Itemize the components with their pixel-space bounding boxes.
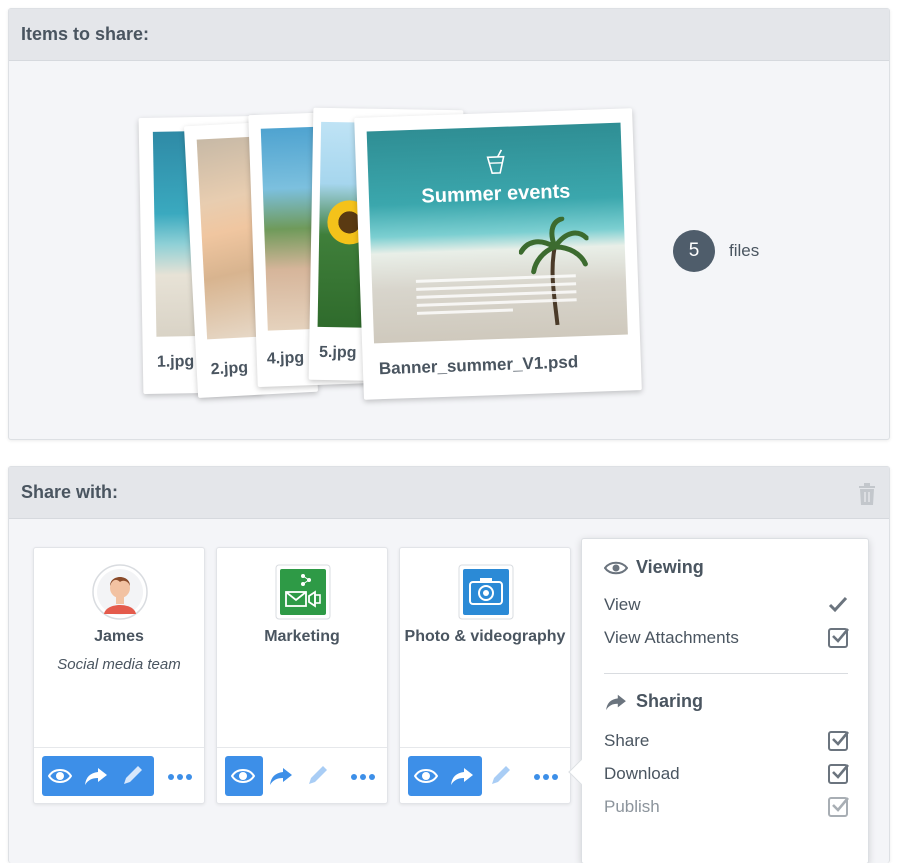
share-arrow-icon[interactable]: [450, 766, 474, 786]
file-caption-1: 1.jpg: [156, 353, 195, 371]
recipient-name: Photo & videography: [404, 628, 566, 645]
share-panel-title: Share with:: [21, 482, 119, 502]
perm-view-label: View: [604, 595, 641, 614]
banner-body-text-lines: [415, 274, 577, 315]
view-attachments-checkbox[interactable]: [828, 628, 849, 648]
sharing-title-text: Sharing: [636, 691, 704, 711]
trash-icon[interactable]: [857, 483, 877, 505]
perm-download-label: Download: [604, 764, 680, 783]
recipient-actions: [34, 747, 204, 803]
recipient-subtitle: Social media team: [57, 656, 181, 673]
file-caption-banner: Banner_summer_V1.psd: [378, 352, 579, 379]
items-to-share-panel: Items to share: 1.jpg 2.jpg 4.jpg 5.jpg …: [8, 8, 890, 440]
items-panel-header: Items to share:: [9, 9, 889, 61]
eye-icon[interactable]: [48, 766, 72, 786]
eye-icon: [604, 561, 628, 574]
recipient-actions: [400, 747, 570, 803]
recipient-card-james[interactable]: James Social media team: [33, 547, 205, 804]
viewing-title-text: Viewing: [636, 557, 704, 577]
section-divider: [604, 673, 848, 674]
file-count-label: files: [729, 241, 760, 260]
perm-share: Share: [604, 731, 849, 751]
file-caption-4: 5.jpg: [318, 343, 357, 362]
share-arrow-icon[interactable]: [84, 766, 108, 786]
camera-icon: [458, 564, 514, 620]
file-count: 5: [673, 230, 715, 272]
file-caption-2: 2.jpg: [210, 359, 249, 379]
perm-publish: Publish: [604, 797, 849, 817]
recipient-name: Marketing: [264, 628, 340, 645]
publish-checkbox[interactable]: [828, 797, 849, 817]
checkmark-icon: [828, 596, 848, 613]
edit-pencil-icon[interactable]: [120, 766, 144, 786]
drink-icon: [486, 149, 505, 174]
share-arrow-icon[interactable]: [269, 766, 293, 786]
download-checkbox[interactable]: [828, 764, 849, 784]
more-options-icon[interactable]: [351, 774, 375, 780]
edit-pencil-icon[interactable]: [488, 766, 512, 786]
perm-view: View: [604, 595, 848, 615]
items-panel-title: Items to share:: [21, 24, 150, 44]
recipient-name: James: [94, 628, 144, 645]
perm-view-attachments: View Attachments: [604, 628, 849, 648]
file-count-badge: 5 files: [673, 230, 759, 272]
eye-icon[interactable]: [414, 766, 438, 786]
file-thumbnail-banner: Summer events: [366, 122, 628, 344]
recipient-actions: [217, 747, 387, 803]
more-options-icon[interactable]: [534, 774, 558, 780]
perm-view-attachments-label: View Attachments: [604, 628, 739, 647]
palm-tree-icon: [518, 216, 589, 326]
user-avatar-icon: [92, 564, 148, 620]
share-arrow-icon: [606, 694, 626, 710]
share-panel-header: Share with:: [9, 467, 889, 519]
viewing-section-title: Viewing: [604, 557, 704, 578]
file-card-banner[interactable]: Summer events Banner_summer_V1.psd: [354, 108, 642, 400]
perm-publish-label: Publish: [604, 797, 660, 816]
perm-share-label: Share: [604, 731, 650, 750]
file-caption-3: 4.jpg: [266, 349, 305, 368]
banner-heading: Summer events: [421, 180, 571, 208]
recipient-card-photo-videography[interactable]: Photo & videography: [399, 547, 571, 804]
sharing-section-title: Sharing: [604, 691, 703, 712]
permissions-popover: Viewing View View Attachments Sharing Sh…: [568, 538, 869, 863]
share-checkbox[interactable]: [828, 731, 849, 751]
eye-icon[interactable]: [231, 766, 255, 786]
marketing-group-icon: [275, 564, 331, 620]
perm-download: Download: [604, 764, 849, 784]
share-with-panel: Share with: James Social media team Mark…: [8, 466, 890, 863]
more-options-icon[interactable]: [168, 774, 192, 780]
popover-arrow: [568, 759, 594, 785]
recipient-card-marketing[interactable]: Marketing: [216, 547, 388, 804]
edit-pencil-icon[interactable]: [305, 766, 329, 786]
